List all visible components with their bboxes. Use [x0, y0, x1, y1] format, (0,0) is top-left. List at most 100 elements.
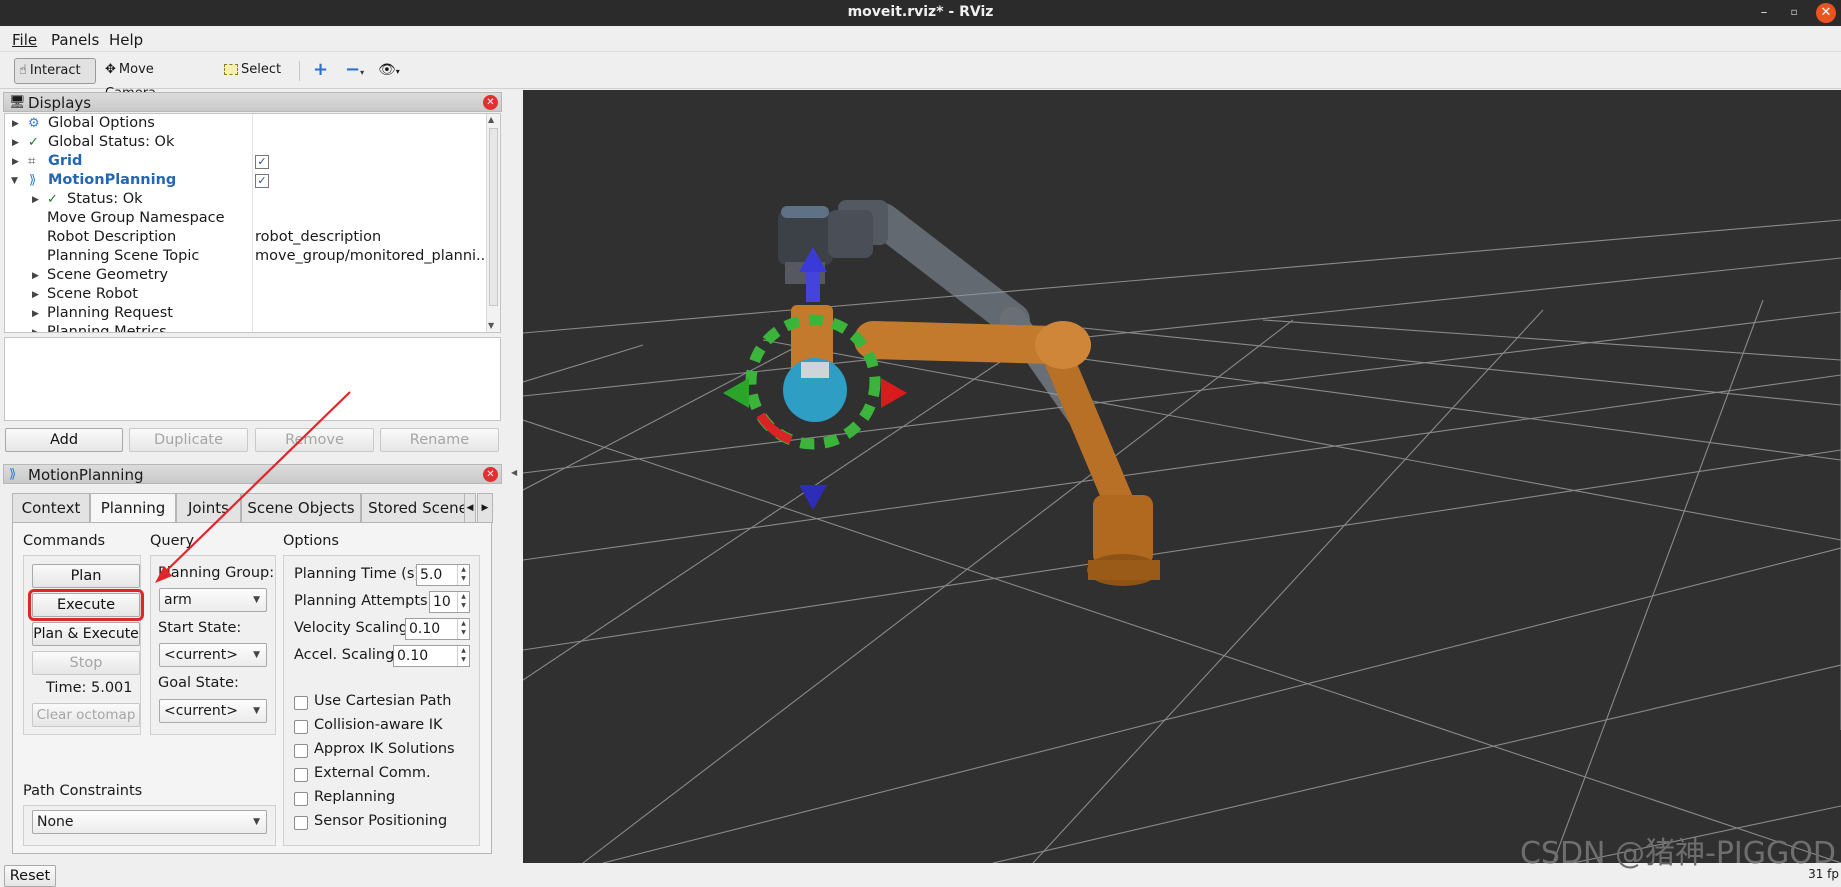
tree-row-grid[interactable]: ▶ ⌗ Grid ✓ — [5, 153, 489, 172]
scroll-down-icon[interactable]: ▼ — [488, 321, 494, 330]
duplicate-display-button[interactable]: Duplicate — [129, 428, 248, 452]
collapse-left-icon[interactable]: ◀ — [511, 468, 517, 477]
goal-state-select[interactable]: <current> ▼ — [159, 699, 267, 723]
tab-scroll-left-icon[interactable]: ◀ — [464, 493, 476, 523]
tab-scroll-right-icon[interactable]: ▶ — [477, 493, 493, 523]
menu-panels[interactable]: Panels — [51, 31, 99, 49]
planning-attempts-value: 10 — [433, 594, 451, 610]
menu-help[interactable]: Help — [109, 31, 143, 49]
move-camera-button[interactable]: ✥Move Camera — [101, 58, 201, 101]
tree-value[interactable]: move_group/monitored_planni... — [255, 248, 490, 264]
expand-arrow-icon[interactable]: ▶ — [32, 328, 39, 332]
motion-planning-enabled-checkbox[interactable]: ✓ — [255, 174, 269, 188]
3d-viewport[interactable] — [523, 90, 1841, 863]
interact-button[interactable]: ☝ Interact — [14, 58, 96, 84]
expand-arrow-icon[interactable]: ▶ — [32, 271, 39, 281]
velocity-scaling-input[interactable]: 0.10 ▲ ▼ — [405, 618, 470, 640]
eye-tool-button[interactable]: 👁▾ — [374, 58, 400, 84]
hand-icon: ☝ — [19, 63, 27, 78]
rename-display-button[interactable]: Rename — [380, 428, 499, 452]
add-display-button[interactable]: Add — [5, 428, 123, 452]
expand-arrow-icon[interactable]: ▶ — [12, 157, 19, 167]
spin-arrows-icon[interactable]: ▲ ▼ — [457, 619, 469, 639]
select-button[interactable]: Select — [220, 58, 290, 84]
plan-and-execute-button[interactable]: Plan & Execute — [32, 622, 140, 646]
collapse-arrow-icon[interactable]: ▼ — [11, 176, 18, 186]
minimize-icon[interactable]: – — [1754, 3, 1774, 23]
tree-row-scene-robot[interactable]: ▶ Scene Robot — [5, 286, 489, 305]
tree-value[interactable]: robot_description — [255, 229, 381, 245]
menu-file[interactable]: File — [12, 31, 37, 49]
interactive-marker[interactable] — [723, 247, 907, 510]
tree-row-global-status[interactable]: ▶ ✓ Global Status: Ok — [5, 134, 489, 153]
close-window-icon[interactable]: ✕ — [1816, 3, 1836, 23]
planning-group-select[interactable]: arm ▼ — [159, 588, 267, 612]
expand-arrow-icon[interactable]: ▶ — [32, 195, 39, 205]
spin-arrows-icon[interactable]: ▲ ▼ — [457, 646, 469, 666]
approx-ik-solutions-checkbox[interactable] — [294, 744, 308, 758]
splitter-handle[interactable]: ◀ — [505, 90, 523, 863]
start-state-select[interactable]: <current> ▼ — [159, 643, 267, 667]
sensor-positioning-checkbox[interactable] — [294, 816, 308, 830]
scroll-thumb[interactable] — [489, 128, 498, 306]
grid-icon: ⌗ — [28, 154, 36, 169]
expand-arrow-icon[interactable]: ▶ — [32, 309, 39, 319]
reset-button[interactable]: Reset — [4, 865, 56, 887]
accel-scaling-value: 0.10 — [397, 648, 429, 664]
tree-row-planning-scene-topic[interactable]: Planning Scene Topic move_group/monitore… — [5, 248, 490, 267]
start-state-label: Start State: — [158, 620, 242, 636]
remove-display-button[interactable]: Remove — [255, 428, 374, 452]
stop-button[interactable]: Stop — [32, 651, 140, 675]
planning-tab-panel: Commands Plan Execute Plan & Execute Sto… — [12, 522, 492, 854]
tree-row-scene-geometry[interactable]: ▶ Scene Geometry — [5, 267, 489, 286]
tab-context[interactable]: Context — [12, 493, 90, 523]
clear-octomap-button[interactable]: Clear octomap — [32, 703, 140, 727]
path-constraints-label: Path Constraints — [23, 783, 143, 799]
tab-scene-objects[interactable]: Scene Objects — [241, 493, 361, 523]
replanning-label: Replanning — [314, 789, 396, 805]
tree-label: MotionPlanning — [48, 172, 177, 188]
close-displays-icon[interactable]: ✕ — [483, 95, 498, 110]
displays-title: Displays — [28, 94, 92, 112]
check-icon: ✓ — [47, 192, 58, 207]
tab-joints[interactable]: Joints — [176, 493, 241, 523]
planning-time-input[interactable]: 5.0 ▲ ▼ — [416, 564, 470, 586]
expand-arrow-icon[interactable]: ▶ — [12, 119, 19, 129]
execute-button[interactable]: Execute — [28, 589, 144, 621]
tree-row-status[interactable]: ▶ ✓ Status: Ok — [5, 191, 489, 210]
tree-row-global-options[interactable]: ▶ ⚙ Global Options — [5, 115, 489, 134]
window-titlebar: moveit.rviz* - RViz – ▫ ✕ — [0, 0, 1841, 26]
check-icon: ✓ — [28, 135, 39, 150]
expand-arrow-icon[interactable]: ▶ — [12, 138, 19, 148]
spin-arrows-icon[interactable]: ▲ ▼ — [457, 565, 469, 585]
tree-row-move-group-namespace[interactable]: Move Group Namespace — [5, 210, 489, 229]
chevron-down-icon: ▼ — [253, 650, 260, 660]
displays-scrollbar[interactable]: ▲ ▼ — [486, 114, 500, 332]
tree-row-planning-metrics[interactable]: ▶ Planning Metrics — [5, 324, 489, 332]
tab-stored-scene[interactable]: Stored Scene — [361, 493, 475, 523]
remove-tool-button[interactable]: −▾ — [341, 58, 365, 84]
spin-arrows-icon[interactable]: ▲ ▼ — [457, 592, 469, 612]
displays-tree[interactable]: ▶ ⚙ Global Options ▶ ✓ Global Status: Ok… — [4, 113, 501, 333]
restore-icon[interactable]: ▫ — [1784, 3, 1804, 23]
tree-row-planning-request[interactable]: ▶ Planning Request — [5, 305, 489, 324]
tab-planning[interactable]: Planning — [90, 493, 176, 524]
replanning-checkbox[interactable] — [294, 792, 308, 806]
external-comm-checkbox[interactable] — [294, 768, 308, 782]
expand-arrow-icon[interactable]: ▶ — [32, 290, 39, 300]
accel-scaling-input[interactable]: 0.10 ▲ ▼ — [393, 645, 470, 667]
viewport-scene[interactable] — [523, 90, 1841, 863]
tree-row-robot-description[interactable]: Robot Description robot_description — [5, 229, 489, 248]
planning-attempts-input[interactable]: 10 ▲ ▼ — [429, 591, 470, 613]
interact-label: Interact — [29, 63, 81, 78]
add-tool-button[interactable]: + — [309, 58, 331, 84]
close-motion-planning-icon[interactable]: ✕ — [483, 467, 498, 482]
tree-label: Planning Scene Topic — [47, 248, 200, 264]
grid-enabled-checkbox[interactable]: ✓ — [255, 155, 269, 169]
plan-button[interactable]: Plan — [32, 564, 140, 588]
use-cartesian-path-checkbox[interactable] — [294, 696, 308, 710]
path-constraints-select[interactable]: None ▼ — [32, 810, 267, 834]
collision-aware-ik-checkbox[interactable] — [294, 720, 308, 734]
tree-row-motion-planning[interactable]: ▼ ⟫ MotionPlanning ✓ — [5, 172, 489, 191]
scroll-up-icon[interactable]: ▲ — [488, 115, 494, 124]
